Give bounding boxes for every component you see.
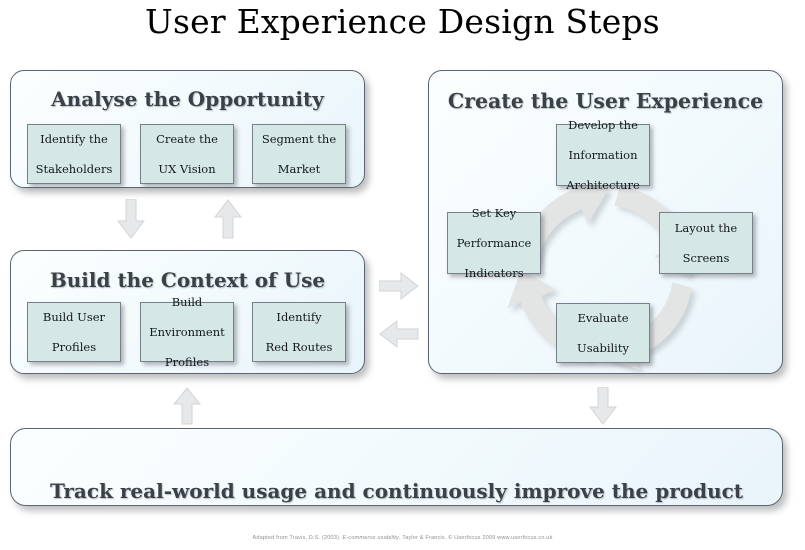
arrow-up-banner-to-context xyxy=(173,387,201,425)
step-line-1: Build User xyxy=(42,309,106,324)
step-line-1: Identify xyxy=(276,309,322,324)
step-box-create-the-ux-vision[interactable]: Create the UX Vision xyxy=(140,124,234,184)
step-box-build-user-profiles[interactable]: Build User Profiles xyxy=(27,302,121,362)
step-line-1: Build xyxy=(171,294,203,309)
page-title: User Experience Design Steps xyxy=(145,2,660,41)
footer-part-3: . Taylor & Francis. © Userfocus 2009 www… xyxy=(398,535,553,541)
footer-credit: Adapted from Travis, D.S. (2003). E-comm… xyxy=(0,535,805,541)
panel-track-real-world-usage: Track real-world usage and continuously … xyxy=(10,428,783,506)
step-box-evaluate-usability[interactable]: Evaluate Usability xyxy=(556,303,650,363)
step-line-1: Identify the xyxy=(40,131,108,146)
step-line-1: Develop the xyxy=(568,117,638,132)
step-line-2: Performance xyxy=(456,235,532,250)
step-line-2: Environment xyxy=(149,324,225,339)
step-line-1: Segment the xyxy=(261,131,337,146)
step-box-build-environment-profiles[interactable]: Build Environment Profiles xyxy=(140,295,234,369)
arrow-up-context-to-analyse xyxy=(214,199,242,239)
step-line-2: Screens xyxy=(682,250,730,265)
panel-analyse-heading: Analyse the Opportunity xyxy=(51,87,324,111)
arrow-down-create-to-banner xyxy=(589,387,617,425)
step-line-1: Evaluate xyxy=(577,310,629,325)
step-line-2: Market xyxy=(277,161,321,176)
panel-context-heading: Build the Context of Use xyxy=(49,268,326,292)
footer-part-1: Adapted from Travis, D.S. (2003). xyxy=(252,535,341,541)
step-line-1: Set Key xyxy=(471,205,517,220)
banner-heading: Track real-world usage and continuously … xyxy=(49,479,744,503)
panel-create-heading: Create the User Experience xyxy=(447,89,764,113)
step-box-set-key-performance-indicators[interactable]: Set Key Performance Indicators xyxy=(447,206,541,280)
step-box-identify-the-stakeholders[interactable]: Identify the Stakeholders xyxy=(27,124,121,184)
footer-part-2-italic: E-commerce usability xyxy=(342,535,399,541)
arrow-right-context-to-create xyxy=(379,272,419,300)
step-line-2: Information xyxy=(568,147,638,162)
step-box-develop-the-information-architecture[interactable]: Develop the Information Architecture xyxy=(556,118,650,192)
step-line-1: Layout the xyxy=(674,220,738,235)
step-box-segment-the-market[interactable]: Segment the Market xyxy=(252,124,346,184)
arrow-left-create-to-context xyxy=(379,320,419,348)
step-line-2: UX Vision xyxy=(158,161,216,176)
step-line-2: Usability xyxy=(577,340,629,355)
step-line-3: Architecture xyxy=(566,177,640,192)
step-line-3: Indicators xyxy=(464,265,524,280)
step-line-2: Stakeholders xyxy=(35,161,113,176)
step-box-layout-the-screens[interactable]: Layout the Screens xyxy=(659,212,753,274)
step-line-2: Profiles xyxy=(51,339,97,354)
step-line-2: Red Routes xyxy=(265,339,333,354)
step-box-identify-red-routes[interactable]: Identify Red Routes xyxy=(252,302,346,362)
step-line-3: Profiles xyxy=(164,354,210,369)
step-line-1: Create the xyxy=(156,131,218,146)
arrow-down-analyse-to-context xyxy=(117,199,145,239)
